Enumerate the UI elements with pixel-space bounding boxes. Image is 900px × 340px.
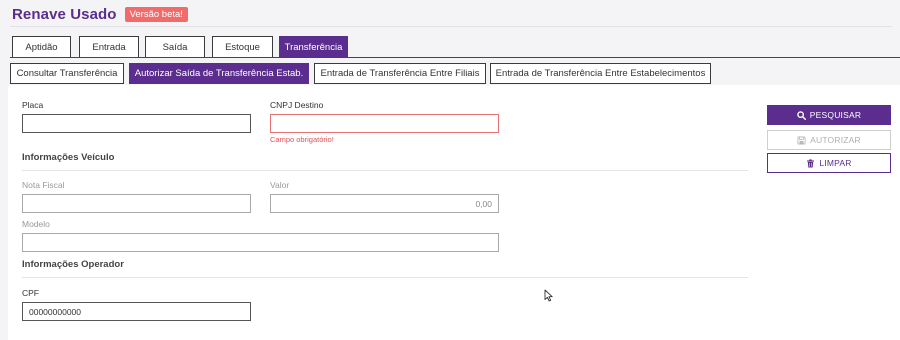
nota-fiscal-label: Nota Fiscal: [22, 180, 65, 190]
main-tabs-divider: [10, 57, 900, 58]
tab-aptidao[interactable]: Aptidão: [12, 36, 71, 57]
tab-estoque[interactable]: Estoque: [212, 36, 273, 57]
section-title-operador: Informações Operador: [22, 259, 124, 270]
cpf-label: CPF: [22, 288, 39, 298]
app-title: Renave Usado: [12, 5, 117, 23]
section-divider-veiculo: [22, 170, 748, 171]
subtab-entrada-estabelecimentos[interactable]: Entrada de Transferência Entre Estabelec…: [490, 63, 711, 84]
placa-input[interactable]: [22, 114, 251, 133]
valor-input[interactable]: [270, 194, 499, 213]
search-button-label: PESQUISAR: [809, 110, 862, 120]
section-title-veiculo: Informações Veículo: [22, 152, 115, 163]
app-header: Renave Usado Versão beta!: [12, 4, 188, 24]
mouse-cursor-icon: [544, 289, 553, 302]
subtab-consultar-transferencia[interactable]: Consultar Transferência: [10, 63, 124, 84]
cpf-input[interactable]: [22, 302, 251, 321]
authorize-button[interactable]: AUTORIZAR: [767, 130, 891, 150]
modelo-input[interactable]: [22, 233, 499, 252]
authorize-button-label: AUTORIZAR: [810, 135, 861, 145]
clear-button[interactable]: LIMPAR: [767, 153, 891, 173]
beta-badge: Versão beta!: [124, 6, 188, 22]
search-button[interactable]: PESQUISAR: [767, 105, 891, 125]
valor-label: Valor: [270, 180, 290, 190]
nota-fiscal-input[interactable]: [22, 194, 251, 213]
save-icon: [797, 135, 806, 145]
tab-saida[interactable]: Saída: [145, 36, 205, 57]
subtab-autorizar-saida[interactable]: Autorizar Saída de Transferência Estab.: [129, 63, 309, 84]
search-icon: [797, 110, 806, 120]
header-divider: [10, 26, 892, 27]
trash-icon: [807, 158, 815, 168]
section-divider-operador: [22, 277, 748, 278]
clear-button-label: LIMPAR: [819, 158, 852, 168]
cnpj-destino-label: CNPJ Destino: [270, 100, 324, 110]
tab-transferencia[interactable]: Transferência: [279, 36, 348, 57]
subtab-entrada-filiais[interactable]: Entrada de Transferência Entre Filiais: [314, 63, 486, 84]
cnpj-destino-error: Campo obrigatório!: [270, 135, 334, 144]
tab-entrada[interactable]: Entrada: [79, 36, 139, 57]
modelo-label: Modelo: [22, 219, 50, 229]
placa-label: Placa: [22, 100, 44, 110]
cnpj-destino-input[interactable]: [270, 114, 499, 133]
